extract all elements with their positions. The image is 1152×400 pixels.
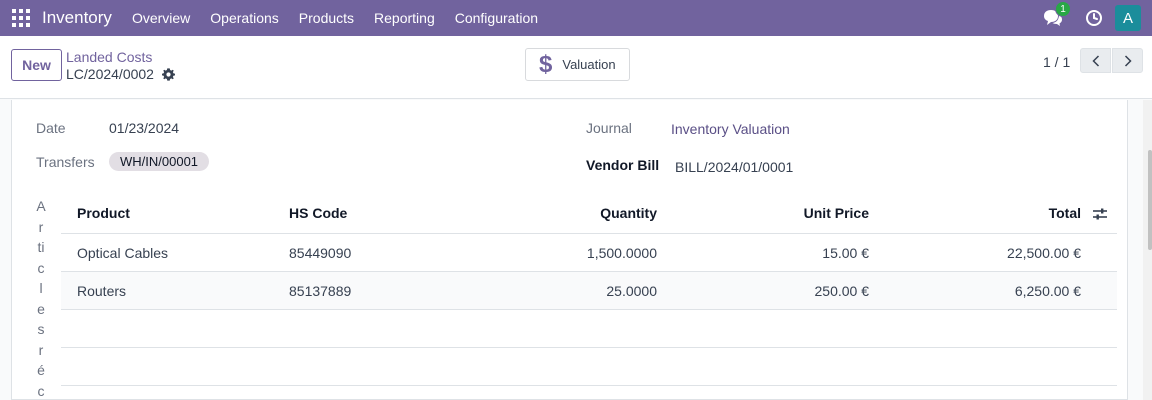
menu-overview[interactable]: Overview [132,10,190,26]
cell-quantity: 1,500.0000 [586,245,657,261]
column-settings-icon[interactable] [1092,206,1108,222]
scrollbar[interactable] [1143,100,1152,400]
table-row-empty[interactable] [61,310,1117,348]
col-product[interactable]: Product [77,205,130,221]
vendor-bill-value[interactable]: BILL/2024/01/0001 [675,159,793,175]
gear-icon[interactable] [161,67,175,81]
label-char: c [37,382,45,399]
date-value[interactable]: 01/23/2024 [109,120,179,136]
label-char: r [38,341,44,358]
label-char: ti [37,239,45,255]
chat-icon[interactable]: 1 [1043,1,1071,27]
menu-reporting[interactable]: Reporting [374,10,435,26]
cell-total: 6,250.00 € [1014,283,1081,299]
col-hs-code[interactable]: HS Code [289,205,347,221]
label-char: s [37,321,45,337]
control-panel: New Landed Costs LC/2024/0002 $ Valuatio… [0,36,1152,99]
col-total[interactable]: Total [961,205,1081,221]
label-char: e [37,300,45,317]
chat-badge: 1 [1055,1,1071,17]
journal-label: Journal [586,120,632,136]
label-char: A [36,198,46,214]
chevron-left-icon [1091,54,1099,67]
pager-previous-button[interactable] [1080,48,1111,73]
breadcrumb-current: LC/2024/0002 [66,66,175,82]
clock-icon[interactable] [1085,9,1103,27]
user-avatar[interactable]: A [1115,5,1141,31]
landed-cost-lines-table: Product HS Code Quantity Unit Price Tota… [61,194,1117,386]
chevron-right-icon [1124,54,1132,67]
valuation-button[interactable]: $ Valuation [525,48,630,81]
apps-grid-icon[interactable] [12,9,30,27]
transfer-tag[interactable]: WH/IN/00001 [109,152,210,171]
cell-unit-price: 250.00 € [814,283,870,299]
top-navbar: Inventory Overview Operations Products R… [0,0,1152,36]
menu-operations[interactable]: Operations [210,10,278,26]
col-quantity[interactable]: Quantity [541,205,657,221]
date-label: Date [36,120,66,136]
label-char: r [38,218,44,235]
breadcrumb-parent[interactable]: Landed Costs [66,49,152,65]
record-name: LC/2024/0002 [66,66,154,82]
valuation-label: Valuation [562,57,616,72]
cell-hs-code: 85137889 [289,283,352,299]
col-unit-price[interactable]: Unit Price [751,205,869,221]
transfers-label: Transfers [36,154,95,170]
table-row-empty[interactable] [61,348,1117,386]
label-char: l [39,280,43,296]
app-name[interactable]: Inventory [42,8,112,28]
articles-tab-label[interactable]: A r ti c l e s r é c [36,196,46,400]
table-row[interactable]: Optical Cables 85449090 1,500.0000 15.00… [61,234,1117,272]
cell-hs-code: 85449090 [289,245,352,261]
menu-products[interactable]: Products [299,10,354,26]
cell-quantity: 25.0000 [606,283,657,299]
label-char: é [37,362,45,378]
dollar-icon: $ [539,50,553,78]
table-row[interactable]: Routers 85137889 25.0000 250.00 € 6,250.… [61,272,1117,310]
table-header: Product HS Code Quantity Unit Price Tota… [61,194,1117,234]
menu-configuration[interactable]: Configuration [455,10,538,26]
pager-value[interactable]: 1 / 1 [1043,54,1070,70]
cell-total: 22,500.00 € [1007,245,1081,261]
cell-product: Routers [77,283,127,299]
journal-value[interactable]: Inventory Valuation [671,121,790,137]
new-button[interactable]: New [11,49,62,81]
label-char: c [37,259,45,276]
cell-product: Optical Cables [77,245,169,261]
cell-unit-price: 15.00 € [822,245,869,261]
pager-next-button[interactable] [1112,48,1143,73]
scrollbar-thumb[interactable] [1148,150,1152,250]
vendor-bill-label: Vendor Bill [586,157,660,173]
